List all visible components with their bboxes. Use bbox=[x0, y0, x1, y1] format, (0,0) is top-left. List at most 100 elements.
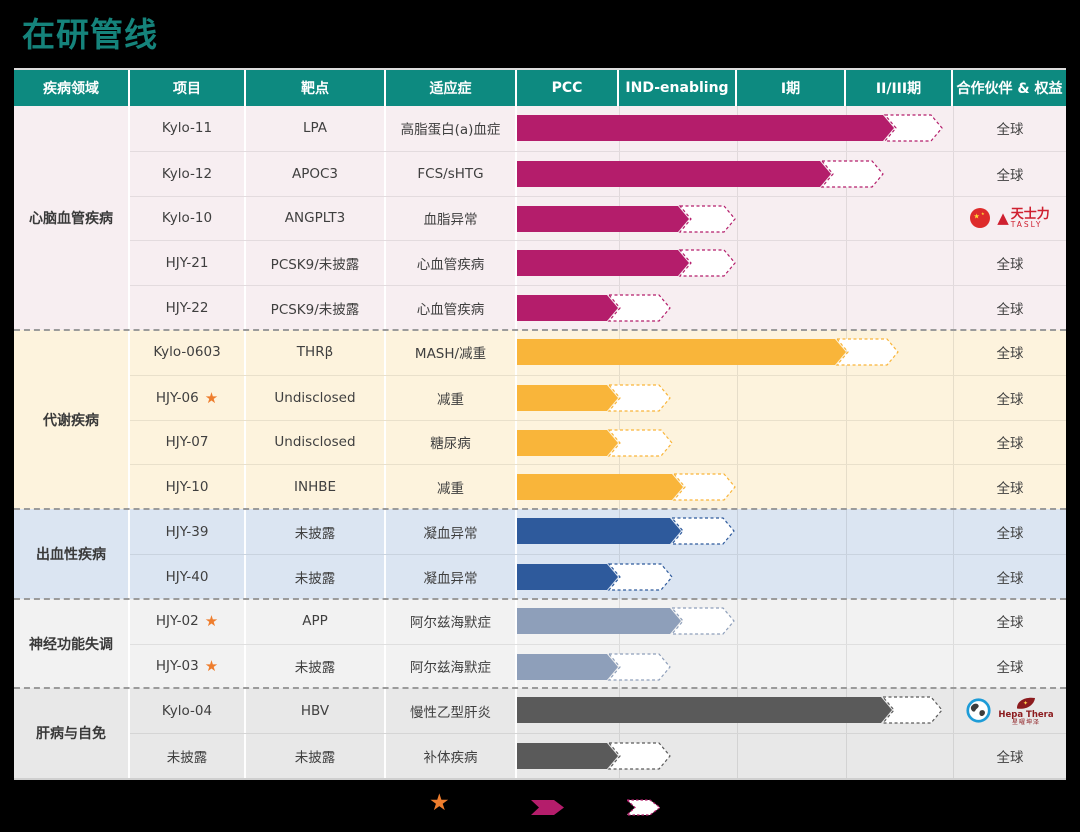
phase-progress-bar bbox=[517, 734, 953, 778]
project-cell: Kylo-12 bbox=[130, 152, 246, 196]
indication-cell: 糖尿病 bbox=[386, 421, 517, 465]
project-cell: Kylo-04 bbox=[130, 688, 246, 733]
partner-label: 全球 bbox=[997, 611, 1024, 631]
table-row: HJY-10 INHBE 减重 全球 bbox=[130, 464, 1066, 509]
project-label: Kylo-11 bbox=[162, 120, 212, 136]
star-icon: ★ bbox=[429, 790, 450, 816]
indication-cell: MASH/减重 bbox=[386, 330, 517, 375]
partner-cell: 全球 bbox=[953, 421, 1066, 465]
column-header: 靶点 bbox=[246, 70, 386, 106]
partner-cell: ✦ Hepa Thera星曜坤泽 bbox=[953, 688, 1066, 733]
partner-cell: 全球 bbox=[953, 734, 1066, 778]
project-cell: Kylo-11 bbox=[130, 106, 246, 151]
table-row: HJY-03★ 未披露 阿尔兹海默症 全球 bbox=[130, 644, 1066, 689]
partner-cell: 全球 bbox=[953, 152, 1066, 196]
phase-bar-cell bbox=[517, 734, 953, 778]
table-body: 心脑血管疾病 Kylo-11 LPA 高脂蛋白(a)血症 全球 Kylo-12 … bbox=[14, 106, 1066, 778]
project-cell: HJY-10 bbox=[130, 465, 246, 509]
table-row: Kylo-12 APOC3 FCS/sHTG 全球 bbox=[130, 151, 1066, 196]
phase-progress-bar bbox=[517, 555, 953, 599]
phase-progress-bar bbox=[517, 241, 953, 285]
column-header: PCC bbox=[517, 70, 619, 106]
phase-bar-cell bbox=[517, 645, 953, 689]
column-header: 疾病领域 bbox=[14, 70, 130, 106]
target-cell: Undisclosed bbox=[246, 421, 386, 465]
indication-cell: 凝血异常 bbox=[386, 555, 517, 599]
phase-bar-cell bbox=[517, 465, 953, 509]
phase-bar-cell bbox=[517, 376, 953, 420]
target-cell: PCSK9/未披露 bbox=[246, 286, 386, 330]
indication-cell: 心血管疾病 bbox=[386, 286, 517, 330]
dashed-arrow-icon bbox=[626, 799, 662, 816]
project-cell: Kylo-10 bbox=[130, 197, 246, 241]
column-header: 合作伙伴 & 权益 bbox=[953, 70, 1066, 106]
table-row: Kylo-0603 THRβ MASH/减重 全球 bbox=[130, 330, 1066, 375]
project-label: HJY-03 bbox=[156, 658, 199, 674]
project-cell: HJY-06★ bbox=[130, 376, 246, 420]
svg-text:★: ★ bbox=[981, 211, 985, 216]
phase-progress-bar bbox=[517, 330, 953, 374]
phase-progress-bar bbox=[517, 106, 953, 150]
project-cell: HJY-21 bbox=[130, 241, 246, 285]
partner-label: 全球 bbox=[997, 253, 1024, 273]
indication-cell: 高脂蛋白(a)血症 bbox=[386, 106, 517, 151]
project-label: Kylo-12 bbox=[162, 166, 212, 182]
target-cell: 未披露 bbox=[246, 555, 386, 599]
project-cell: Kylo-0603 bbox=[130, 330, 246, 375]
phase-progress-bar bbox=[517, 197, 953, 241]
disease-group: 神经功能失调 HJY-02★ APP 阿尔兹海默症 全球 HJY-03★ 未披露… bbox=[14, 599, 1066, 689]
phase-bar-cell bbox=[517, 106, 953, 151]
partner-label: 全球 bbox=[997, 298, 1024, 318]
project-label: Kylo-10 bbox=[162, 210, 212, 226]
table-row: HJY-39 未披露 凝血异常 全球 bbox=[130, 509, 1066, 554]
table-row: HJY-21 PCSK9/未披露 心血管疾病 全球 bbox=[130, 240, 1066, 285]
partner-label: 全球 bbox=[997, 164, 1024, 184]
partner-label: 全球 bbox=[997, 432, 1024, 452]
project-cell: 未披露 bbox=[130, 734, 246, 778]
target-cell: INHBE bbox=[246, 465, 386, 509]
phase-bar-cell bbox=[517, 509, 953, 554]
project-label: HJY-10 bbox=[166, 479, 209, 495]
phase-progress-bar bbox=[517, 152, 953, 196]
project-cell: HJY-40 bbox=[130, 555, 246, 599]
partner-cell: 全球 bbox=[953, 106, 1066, 151]
disease-group: 心脑血管疾病 Kylo-11 LPA 高脂蛋白(a)血症 全球 Kylo-12 … bbox=[14, 106, 1066, 330]
table-row: HJY-02★ APP 阿尔兹海默症 全球 bbox=[130, 599, 1066, 644]
target-cell: ANGPLT3 bbox=[246, 197, 386, 241]
column-header: IND-enabling bbox=[619, 70, 737, 106]
partner-cell: 全球 bbox=[953, 465, 1066, 509]
table-row: Kylo-11 LPA 高脂蛋白(a)血症 全球 bbox=[130, 106, 1066, 151]
phase-bar-cell bbox=[517, 286, 953, 330]
phase-progress-bar bbox=[517, 645, 953, 689]
partner-cell: 全球 bbox=[953, 330, 1066, 375]
column-header: 项目 bbox=[130, 70, 246, 106]
tasly-mark-icon: ▲ bbox=[997, 211, 1009, 226]
target-cell: 未披露 bbox=[246, 734, 386, 778]
project-label: Kylo-0603 bbox=[153, 344, 220, 360]
table-row: 未披露 未披露 补体疾病 全球 bbox=[130, 733, 1066, 778]
table-header-row: 疾病领域项目靶点适应症PCCIND-enablingI期II/III期合作伙伴 … bbox=[14, 70, 1066, 106]
disease-group: 代谢疾病 Kylo-0603 THRβ MASH/减重 全球 HJY-06★ U… bbox=[14, 330, 1066, 509]
table-row: HJY-40 未披露 凝血异常 全球 bbox=[130, 554, 1066, 599]
project-label: 未披露 bbox=[167, 746, 208, 766]
project-label: HJY-02 bbox=[156, 613, 199, 629]
partner-label: 全球 bbox=[997, 656, 1024, 676]
phase-progress-bar bbox=[517, 421, 953, 465]
pipeline-table: 疾病领域项目靶点适应症PCCIND-enablingI期II/III期合作伙伴 … bbox=[14, 70, 1066, 778]
phase-progress-bar bbox=[517, 688, 953, 732]
project-label: HJY-40 bbox=[166, 569, 209, 585]
partner-cell: 全球 bbox=[953, 376, 1066, 420]
project-cell: HJY-22 bbox=[130, 286, 246, 330]
partner-label: 全球 bbox=[997, 342, 1024, 362]
page-title: 在研管线 bbox=[22, 8, 158, 56]
globe-icon bbox=[966, 698, 991, 723]
project-label: HJY-06 bbox=[156, 390, 199, 406]
indication-cell: 减重 bbox=[386, 465, 517, 509]
column-header: 适应症 bbox=[386, 70, 517, 106]
solid-arrow-icon bbox=[531, 800, 565, 815]
phase-progress-bar bbox=[517, 376, 953, 420]
project-label: HJY-07 bbox=[166, 434, 209, 450]
indication-cell: 阿尔兹海默症 bbox=[386, 645, 517, 689]
phase-bar-cell bbox=[517, 688, 953, 733]
project-label: HJY-39 bbox=[166, 524, 209, 540]
